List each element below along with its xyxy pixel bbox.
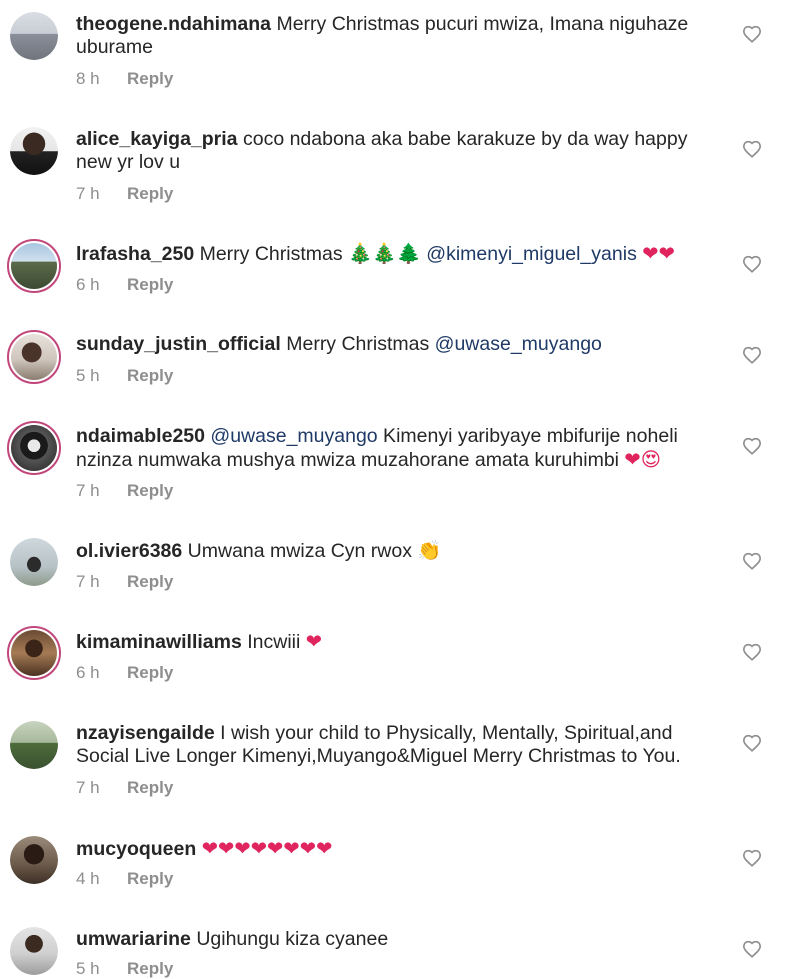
reply-button[interactable]: Reply	[127, 481, 173, 500]
reply-button[interactable]: Reply	[127, 184, 173, 203]
comment-username[interactable]: kimaminawilliams	[76, 631, 242, 653]
heart-icon[interactable]	[742, 734, 762, 752]
comment-text: mucyoqueen ❤❤❤❤❤❤❤❤	[76, 837, 726, 861]
comment-body: Incwiii	[247, 631, 306, 653]
comment-username[interactable]: ol.ivier6386	[76, 540, 182, 562]
comment-meta: 7 h Reply	[76, 572, 173, 592]
comment-meta: 5 h Reply	[76, 366, 173, 386]
reply-button[interactable]: Reply	[127, 572, 173, 591]
comment-text: nzayisengailde I wish your child to Phys…	[76, 722, 726, 768]
comment-time: 5 h	[76, 366, 100, 385]
reply-button[interactable]: Reply	[127, 275, 173, 294]
comment-username[interactable]: mucyoqueen	[76, 838, 196, 860]
comment-time: 8 h	[76, 69, 100, 88]
comment-meta: 8 h Reply	[76, 69, 173, 89]
avatar[interactable]	[7, 239, 61, 293]
comment-time: 7 h	[76, 184, 100, 203]
avatar[interactable]	[7, 626, 61, 680]
comment-text: umwariarine Ugihungu kiza cyanee	[76, 928, 726, 951]
comment-time: 4 h	[76, 869, 100, 888]
comment-meta: 4 h Reply	[76, 869, 173, 889]
avatar[interactable]	[7, 330, 61, 384]
heart-icon[interactable]	[742, 346, 762, 364]
comment-time: 7 h	[76, 572, 100, 591]
heart-emoji: ❤❤❤❤❤❤❤❤	[201, 837, 333, 860]
reply-button[interactable]: Reply	[127, 959, 173, 978]
clap-emoji: 👏	[417, 539, 442, 562]
heart-icon[interactable]	[742, 25, 762, 43]
avatar[interactable]	[10, 12, 58, 60]
comment-body: Umwana mwiza Cyn rwox	[187, 540, 418, 562]
comment-username[interactable]: umwariarine	[76, 928, 191, 950]
comment-username[interactable]: alice_kayiga_pria	[76, 128, 238, 150]
heart-emoji: ❤	[305, 630, 323, 653]
comment-body: Merry Christmas	[199, 243, 349, 265]
mention-link[interactable]: @kimenyi_miguel_yanis	[426, 243, 637, 265]
mention-link[interactable]: @uwase_muyango	[435, 333, 602, 355]
comment-body: Merry Christmas	[286, 333, 435, 355]
comment-time: 7 h	[76, 778, 100, 797]
comment-text: sunday_justin_official Merry Christmas @…	[76, 333, 726, 356]
avatar[interactable]	[7, 421, 61, 475]
heart-icon[interactable]	[742, 849, 762, 867]
avatar[interactable]	[10, 836, 58, 884]
comment-meta: 6 h Reply	[76, 275, 173, 295]
comment-meta: 7 h Reply	[76, 481, 173, 501]
comment-text: kimaminawilliams Incwiii ❤	[76, 630, 726, 654]
comment-time: 6 h	[76, 663, 100, 682]
heart-icon[interactable]	[742, 140, 762, 158]
comment-username[interactable]: nzayisengailde	[76, 722, 215, 744]
comment-time: 5 h	[76, 959, 100, 978]
comment-body: Ugihungu kiza cyanee	[196, 928, 389, 950]
heart-emoji: ❤❤	[642, 242, 675, 265]
comment-text: lrafasha_250 Merry Christmas 🎄🎄🌲 @kimeny…	[76, 242, 726, 266]
reply-button[interactable]: Reply	[127, 869, 173, 888]
emoji: ❤😍	[624, 448, 662, 471]
heart-icon[interactable]	[742, 552, 762, 570]
comment-text: ndaimable250 @uwase_muyango Kimenyi yari…	[76, 425, 726, 472]
comment-username[interactable]: theogene.ndahimana	[76, 13, 271, 35]
heart-icon[interactable]	[742, 643, 762, 661]
avatar[interactable]	[10, 721, 58, 769]
heart-icon[interactable]	[742, 437, 762, 455]
comment-username[interactable]: ndaimable250	[76, 425, 205, 447]
comment-meta: 6 h Reply	[76, 663, 173, 683]
comment-text: theogene.ndahimana Merry Christmas pucur…	[76, 13, 726, 59]
comment-username[interactable]: lrafasha_250	[76, 243, 194, 265]
avatar[interactable]	[10, 127, 58, 175]
comment-text: alice_kayiga_pria coco ndabona aka babe …	[76, 128, 726, 174]
reply-button[interactable]: Reply	[127, 778, 173, 797]
comment-text: ol.ivier6386 Umwana mwiza Cyn rwox 👏	[76, 539, 726, 563]
reply-button[interactable]: Reply	[127, 663, 173, 682]
mention-link[interactable]: @uwase_muyango	[210, 425, 377, 447]
comment-meta: 5 h Reply	[76, 959, 173, 979]
heart-icon[interactable]	[742, 940, 762, 958]
comment-username[interactable]: sunday_justin_official	[76, 333, 281, 355]
tree-emoji: 🎄🎄🌲	[348, 242, 421, 265]
comment-time: 7 h	[76, 481, 100, 500]
comment-meta: 7 h Reply	[76, 778, 173, 798]
heart-icon[interactable]	[742, 255, 762, 273]
comment-meta: 7 h Reply	[76, 184, 173, 204]
reply-button[interactable]: Reply	[127, 366, 173, 385]
comment-time: 6 h	[76, 275, 100, 294]
reply-button[interactable]: Reply	[127, 69, 173, 88]
avatar[interactable]	[10, 538, 58, 586]
avatar[interactable]	[10, 927, 58, 975]
